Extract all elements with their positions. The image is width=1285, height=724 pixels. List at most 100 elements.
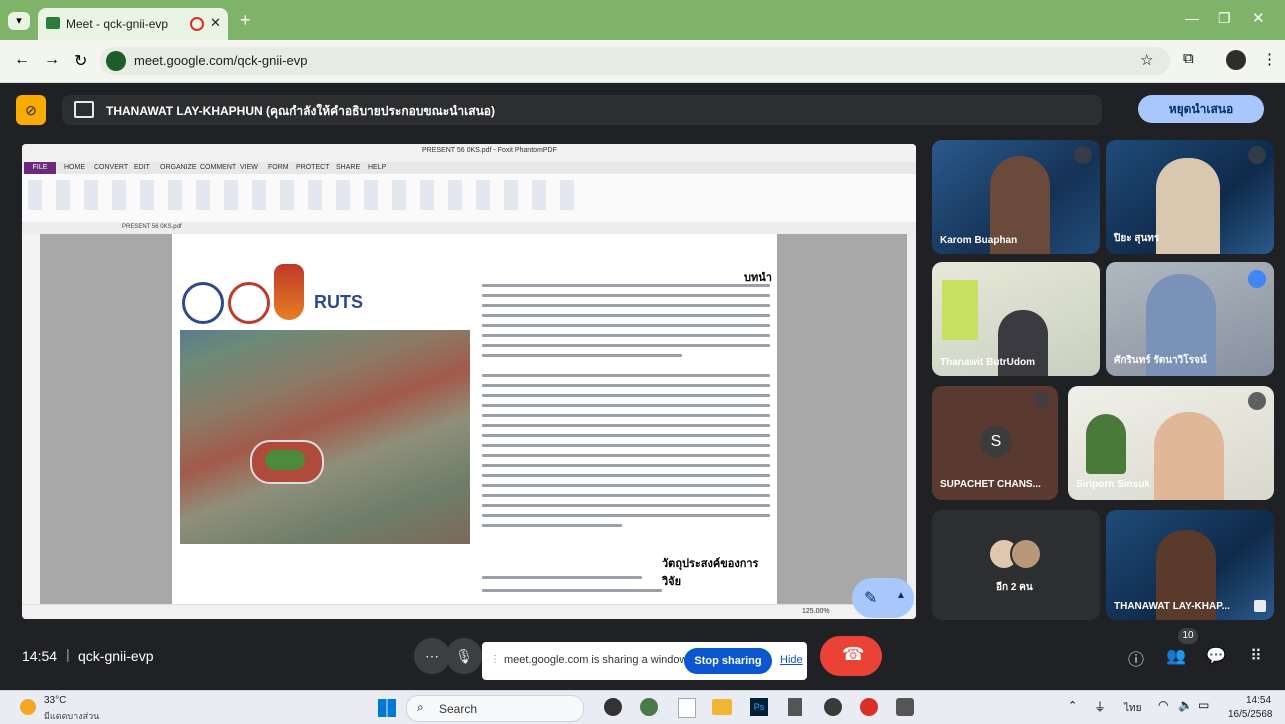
browser-tab-meet[interactable]: Meet - qck-gnii-evp ✕ [38,8,228,40]
browser-menu-icon[interactable]: ⋮ [1262,50,1277,68]
participant-tile-4[interactable]: ศักรินทร์ รัตนาวิโรจน์ [1106,262,1274,376]
wifi-icon[interactable]: ◠ [1158,698,1168,712]
ribbon-tab-file[interactable]: FILE [24,162,56,174]
tray-usb-icon[interactable]: ⏚ [1094,698,1106,715]
search-placeholder: Search [439,702,478,716]
doc-tabstrip: PRESENT 56 0KS.pdf [22,222,916,234]
ribbon-tab-protect[interactable]: PROTECT [296,164,329,171]
doc-scrollbar[interactable] [907,234,916,604]
participant-tile-2[interactable]: ปิยะ สุนทร [1106,140,1274,254]
taskbar-notes-icon[interactable] [788,698,802,716]
tray-chevron-icon[interactable]: ⌃ [1068,699,1077,712]
info-icon[interactable]: ⓘ [1124,646,1148,670]
participant-name-self: THANAWAT LAY-KHAP... [1114,601,1230,612]
new-tab-button[interactable]: + [240,10,251,31]
taskbar-app-9-icon[interactable] [896,698,914,716]
taskbar-app-8-icon[interactable] [860,698,878,716]
mic-off-icon [1248,146,1266,164]
forward-icon[interactable]: → [44,51,60,69]
weather-temp: 33°C [44,695,67,706]
ribbon-tab-share[interactable]: SHARE [336,164,360,171]
taskbar-chrome2-icon[interactable] [824,698,842,716]
others-avatar-2 [1010,538,1042,570]
camera-off-icon[interactable]: ⊘ [16,95,46,125]
ribbon-tool-strip [28,180,588,210]
mic-button[interactable]: 🎙 [446,638,482,674]
window-close-icon[interactable]: ✕ [1252,9,1265,27]
meet-favicon-icon [46,17,60,29]
activities-icon[interactable]: ⠿ [1244,646,1268,666]
ribbon-tab-home[interactable]: HOME [64,164,85,171]
reload-icon[interactable]: ↻ [74,51,87,71]
chat-icon[interactable]: 💬 [1204,646,1228,666]
clock-date[interactable]: 16/5/2568 [1228,709,1273,720]
browser-tab-bar: ▾ Meet - qck-gnii-evp ✕ + — ❐ ✕ [0,0,1285,40]
minimize-icon[interactable]: — [1185,10,1199,26]
participant-tile-self[interactable]: THANAWAT LAY-KHAP... [1106,510,1274,620]
restore-icon[interactable]: ❐ [1218,10,1231,27]
stop-presenting-button[interactable]: หยุดนำเสนอ [1138,95,1264,123]
people-count-badge: 10 [1178,628,1198,644]
participant-name-2: ปิยะ สุนทร [1114,233,1160,244]
tile-options-icon[interactable] [1254,600,1266,612]
ribbon-tab-form[interactable]: FORM [268,164,289,171]
clock-time[interactable]: 14:54 [1246,695,1271,706]
ribbon-tab-comment[interactable]: COMMENT [200,164,236,171]
url-text: meet.google.com/qck-gnii-evp [134,53,308,68]
tab-search-icon[interactable]: ▾ [8,12,30,30]
people-icon[interactable]: 👥 [1164,646,1188,666]
doc-ribbon-tools [22,174,916,223]
taskbar-photoshop-icon[interactable]: Ps [750,698,768,716]
doc-file-tab[interactable]: PRESENT 56 0KS.pdf [122,224,182,230]
more-options-button[interactable]: ⋯ [414,638,450,674]
search-icon: ⌕ [417,700,424,714]
language-indicator[interactable]: ไทย [1124,701,1141,716]
back-icon[interactable]: ← [14,51,30,69]
end-call-button[interactable]: ☎ [820,636,882,676]
bookmark-star-icon[interactable]: ☆ [1140,51,1153,69]
shared-window: PRESENT 56 0KS.pdf - Foxit PhantomPDF FI… [22,144,916,619]
taskbar-chrome-icon[interactable] [640,698,658,716]
participant-tile-1[interactable]: Karom Buaphan [932,140,1100,254]
participant-tile-5[interactable]: S SUPACHET CHANS... [932,386,1058,500]
participant-name-3: Thanawit ButrUdom [940,357,1035,368]
site-info-icon[interactable] [106,51,126,71]
weather-icon[interactable] [20,699,36,715]
doc-statusbar: 125.00% [22,604,916,619]
mic-off-icon [1034,392,1050,408]
stop-sharing-button[interactable]: Stop sharing [684,648,772,674]
annotate-button[interactable]: ✎ ▲ [852,578,914,618]
number-logo [942,280,978,340]
participant-name-more: อีก 2 คน [996,582,1033,593]
extensions-icon[interactable]: ⧉ [1183,50,1194,67]
tab-close-icon[interactable]: ✕ [210,15,221,31]
hang-up-icon: ☎ [842,644,865,664]
sharing-notice-grip-icon[interactable]: ⋮ [490,654,500,665]
address-bar[interactable]: meet.google.com/qck-gnii-evp ☆ [100,47,1170,75]
profile-avatar[interactable] [1226,50,1246,70]
ribbon-tab-convert[interactable]: CONVERT [94,164,128,171]
volume-icon[interactable]: 🔈 [1178,698,1193,712]
aerial-campus-photo [180,330,470,544]
hide-link[interactable]: Hide [780,654,803,666]
participant-tile-3[interactable]: Thanawit ButrUdom [932,262,1100,376]
taskbar-app-1-icon[interactable] [604,698,622,716]
participant-video-2 [1156,158,1220,254]
ribbon-tab-organize[interactable]: ORGANIZE [160,164,197,171]
participant-name-5: SUPACHET CHANS... [940,479,1041,490]
participant-tile-6[interactable]: Siriporn Sinsuk [1068,386,1274,500]
doc-zoom-level[interactable]: 125.00% [802,608,830,615]
doc-ribbon-tabs: FILE HOME CONVERT EDIT ORGANIZE COMMENT … [22,162,916,174]
battery-icon[interactable]: ▭ [1198,698,1209,712]
ribbon-tab-edit[interactable]: EDIT [134,164,150,171]
ribbon-tab-view[interactable]: VIEW [240,164,258,171]
participant-name-6: Siriporn Sinsuk [1076,479,1150,490]
taskbar-explorer-icon[interactable] [712,699,732,715]
taskbar-search[interactable]: ⌕ Search [406,695,584,722]
taskbar-app-3-icon[interactable] [678,698,696,718]
ribbon-tab-help[interactable]: HELP [368,164,386,171]
plant-decor [1086,414,1126,474]
participant-tile-more[interactable]: อีก 2 คน [932,510,1100,620]
heading-objectives: วัตถุประสงค์ของการวิจัย [662,558,759,588]
windows-start-icon[interactable] [378,699,396,717]
